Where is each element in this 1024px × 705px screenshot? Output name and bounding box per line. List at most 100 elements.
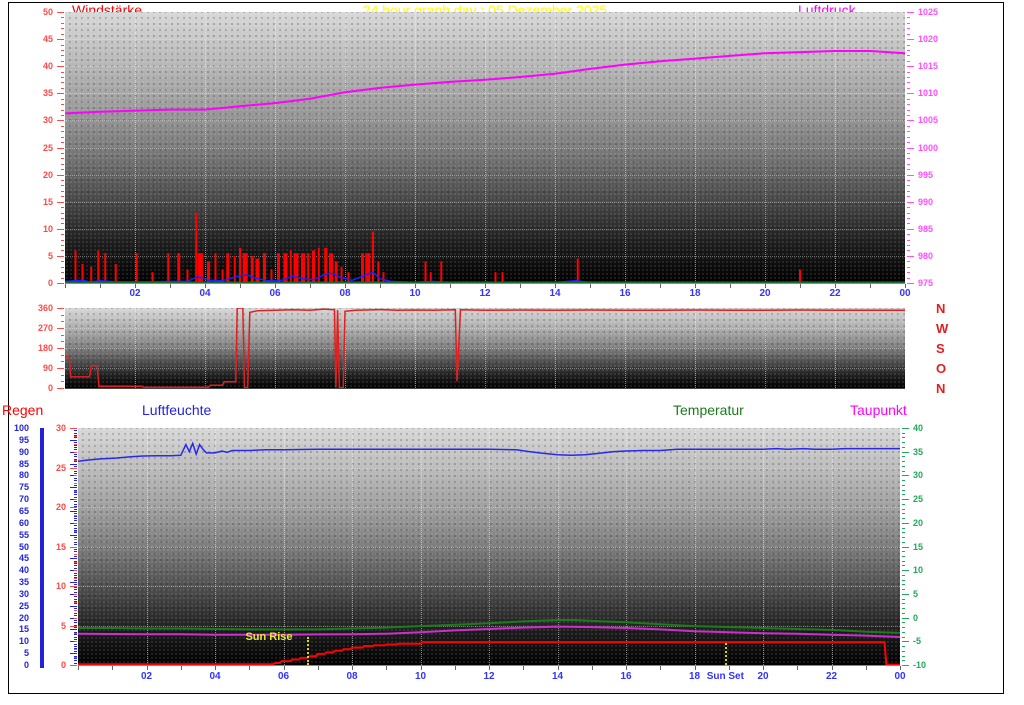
axis-tick (61, 217, 64, 219)
axis-label: 25 (42, 142, 53, 153)
x-tick-label: 16 (620, 671, 632, 682)
axis-tick (74, 470, 77, 472)
axis-tick (74, 591, 77, 593)
axis-label: 20 (913, 517, 924, 528)
axis-tick (61, 55, 64, 57)
x-tick-label: 02 (129, 288, 141, 299)
axis-tick (74, 574, 77, 576)
x-tick-label: 04 (199, 288, 211, 299)
x-tick-label: 06 (277, 671, 290, 682)
x-tick (590, 284, 591, 288)
x-tick-label: 18 (689, 288, 701, 299)
axis-tick (74, 483, 77, 485)
x-tick-label: 02 (140, 671, 153, 682)
axis-tick (902, 565, 905, 567)
axis-tick (902, 494, 905, 496)
axis-tick (57, 174, 64, 176)
axis-tick (907, 212, 910, 214)
axis-label: 35 (18, 577, 29, 588)
axis-tick (74, 435, 77, 437)
axis-tick (74, 430, 77, 432)
axis-tick (61, 142, 64, 144)
axis-tick (907, 66, 914, 68)
axis-tick (61, 152, 64, 154)
axis-tick (57, 388, 64, 389)
axis-tick (57, 93, 64, 95)
x-tick (730, 284, 731, 288)
axis-tick (907, 255, 914, 257)
axis-tick (907, 223, 910, 225)
axis-tick (61, 185, 64, 187)
axis-tick (70, 586, 77, 587)
axis-tick (907, 60, 910, 62)
axis-tick (74, 538, 77, 540)
x-tick-label: 20 (757, 671, 769, 682)
axis-tick (74, 598, 77, 600)
axis-tick (907, 71, 910, 73)
axis-tick (74, 567, 77, 569)
axis-tick (902, 465, 905, 467)
compass-letter: W (936, 321, 949, 336)
axis-tick (57, 308, 64, 309)
rain-title: Regen (2, 402, 44, 418)
axis-label: 5 (47, 250, 53, 261)
x-tick (249, 666, 251, 670)
axis-tick (61, 109, 64, 111)
axis-label: 90 (18, 446, 29, 457)
axis-label: 1005 (918, 115, 939, 126)
axis-tick (907, 174, 914, 176)
axis-tick (61, 136, 64, 138)
axis-tick (61, 114, 64, 116)
axis-tick (61, 207, 64, 209)
axis-label: 985 (918, 223, 934, 234)
axis-tick (74, 443, 77, 445)
axis-label: 10 (18, 636, 29, 647)
axis-tick (61, 131, 64, 133)
axis-tick (74, 572, 77, 574)
axis-tick (74, 496, 77, 498)
axis-tick (902, 650, 905, 652)
axis-tick (907, 125, 910, 127)
axis-tick (74, 530, 77, 532)
axis-tick (907, 82, 910, 84)
x-tick (240, 284, 241, 288)
wind-direction-chart (65, 308, 905, 389)
axis-tick (907, 49, 910, 51)
axis-tick (74, 622, 77, 624)
axis-tick (70, 534, 77, 536)
axis-tick (907, 87, 910, 89)
axis-tick (902, 522, 909, 524)
axis-tick (61, 125, 64, 127)
regen-line (78, 641, 900, 665)
axis-tick (74, 522, 77, 524)
axis-tick (74, 475, 77, 477)
x-tick (728, 666, 730, 670)
axis-tick (902, 631, 905, 633)
axis-tick (902, 593, 909, 595)
axis-tick (74, 612, 77, 614)
x-tick (591, 666, 593, 670)
axis-tick (907, 22, 910, 24)
axis-tick (61, 60, 64, 62)
axis-tick (74, 578, 77, 580)
wind-mittelwert-line (65, 271, 905, 283)
compass-letter: N (936, 381, 946, 396)
axis-tick (61, 44, 64, 46)
axis-tick (61, 272, 64, 274)
axis-tick (902, 584, 905, 586)
luftdruck-line (65, 50, 905, 115)
x-tick (283, 666, 285, 670)
axis-tick (902, 641, 909, 643)
axis-tick (902, 508, 905, 510)
axis-label: 35 (42, 88, 53, 99)
axis-tick (61, 158, 64, 160)
axis-tick (74, 555, 77, 557)
axis-label: 70 (18, 494, 29, 505)
axis-tick (907, 283, 914, 284)
x-tick (797, 666, 799, 670)
axis-tick (907, 207, 910, 209)
axis-tick (902, 537, 905, 539)
axis-tick (74, 454, 77, 456)
axis-tick (902, 589, 905, 591)
x-tick (420, 666, 422, 670)
